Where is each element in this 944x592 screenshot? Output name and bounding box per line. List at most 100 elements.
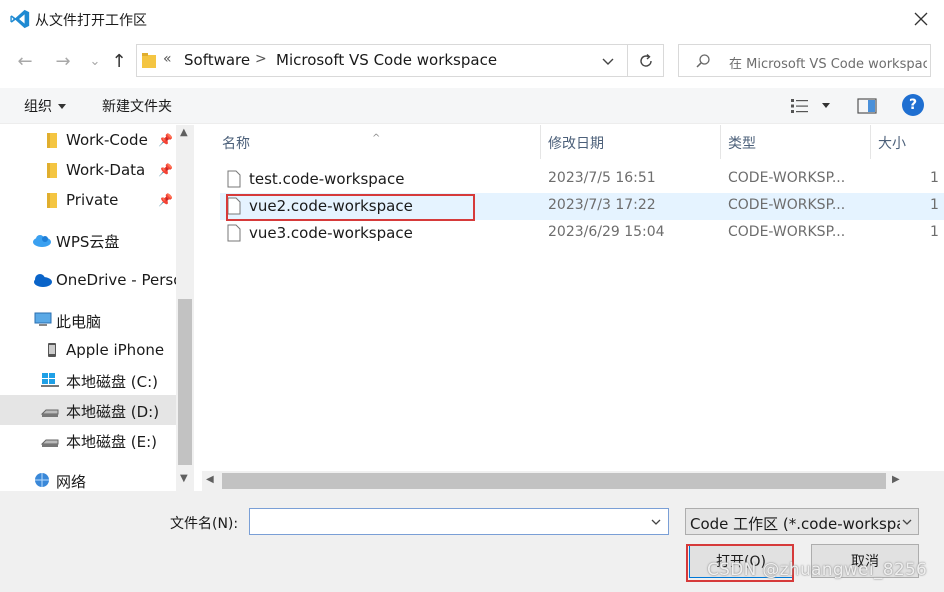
address-bar[interactable]: « Software > Microsoft VS Code workspace: [136, 44, 628, 77]
sidebar-item-onedrive[interactable]: OneDrive - Perso: [0, 265, 182, 295]
sidebar-item-drive-e[interactable]: 本地磁盘 (E:): [0, 425, 176, 455]
up-button[interactable]: ↑: [106, 48, 132, 74]
filename-input[interactable]: [249, 508, 669, 535]
column-header-name[interactable]: 名称: [222, 133, 250, 153]
organize-button[interactable]: 组织: [24, 96, 52, 116]
column-header-size[interactable]: 大小: [878, 133, 906, 153]
folder-icon: [47, 133, 57, 148]
file-type-filter[interactable]: Code 工作区 (*.code-workspace): [685, 508, 919, 535]
folder-icon: [47, 193, 57, 208]
annotation-highlight: [226, 194, 475, 221]
sidebar-item-work-data[interactable]: Work-Data 📌: [0, 155, 176, 185]
file-row-vue3[interactable]: vue3.code-workspace 2023/6/29 15:04 CODE…: [220, 220, 944, 247]
sidebar-item-label: 本地磁盘 (E:): [66, 433, 158, 451]
column-divider[interactable]: [870, 125, 871, 159]
sidebar-item-drive-c[interactable]: 本地磁盘 (C:): [0, 365, 176, 395]
filename-label: 文件名(N):: [170, 516, 239, 532]
column-divider[interactable]: [720, 125, 721, 159]
sidebar-item-drive-d[interactable]: 本地磁盘 (D:): [0, 395, 176, 425]
new-folder-button[interactable]: 新建文件夹: [102, 96, 172, 116]
computer-icon: [34, 312, 52, 326]
cloud-icon: [33, 235, 51, 247]
refresh-icon: [639, 53, 652, 67]
file-type: CODE-WORKSP...: [728, 197, 846, 213]
folder-icon: [142, 53, 156, 68]
back-button[interactable]: ←: [12, 48, 38, 74]
windows-drive-icon: [41, 373, 59, 387]
navigation-pane: Work-Code 📌 Work-Data 📌 Private 📌 WPS云盘 …: [0, 125, 194, 491]
file-type: CODE-WORKSP...: [728, 170, 846, 186]
sidebar-item-label: Apple iPhone: [66, 341, 165, 359]
file-date: 2023/7/3 17:22: [548, 197, 656, 213]
pin-icon: 📌: [158, 193, 173, 207]
file-name: vue3.code-workspace: [249, 224, 413, 242]
file-list-scrollbar[interactable]: ◀ ▶: [202, 471, 944, 491]
sidebar-item-label: 此电脑: [56, 313, 102, 331]
scroll-thumb[interactable]: [222, 473, 886, 489]
sidebar-item-label: Private: [66, 191, 119, 209]
scroll-thumb[interactable]: [178, 299, 192, 465]
column-divider[interactable]: [540, 125, 541, 159]
sidebar-item-private[interactable]: Private 📌: [0, 185, 176, 215]
search-placeholder: 在 Microsoft VS Code workspace 中搜索: [729, 57, 927, 72]
arrow-up-icon: ↑: [111, 50, 127, 72]
navigation-scrollbar[interactable]: ▲ ▼: [176, 125, 194, 491]
column-headers: 名称 ^ 修改日期 类型 大小: [202, 125, 944, 159]
watermark: CSDN @zhuangwei_8256: [707, 560, 928, 580]
refresh-button[interactable]: [628, 44, 664, 77]
phone-icon: [48, 343, 56, 357]
caret-down-icon[interactable]: [822, 103, 830, 108]
sidebar-item-work-code[interactable]: Work-Code 📌: [0, 125, 176, 155]
column-header-type[interactable]: 类型: [728, 133, 756, 153]
file-row-test[interactable]: test.code-workspace 2023/7/5 16:51 CODE-…: [220, 166, 944, 193]
sidebar-item-label: 网络: [56, 473, 87, 491]
close-icon: [914, 12, 928, 26]
chevron-down-icon: [902, 519, 912, 525]
recent-locations-button[interactable]: ⌄: [82, 48, 108, 74]
chevron-down-icon: ⌄: [89, 53, 101, 69]
forward-button[interactable]: →: [50, 48, 76, 74]
view-options-icon[interactable]: [790, 97, 810, 115]
breadcrumb-vscode-workspace[interactable]: Microsoft VS Code workspace: [276, 51, 497, 69]
scroll-left-icon[interactable]: ◀: [206, 474, 214, 485]
vscode-icon: [10, 9, 30, 29]
breadcrumb-software[interactable]: Software: [184, 51, 250, 69]
caret-down-icon: [58, 104, 66, 109]
sidebar-item-this-pc[interactable]: 此电脑: [0, 305, 176, 335]
file-size: 1: [930, 224, 939, 240]
search-input[interactable]: 在 Microsoft VS Code workspace 中搜索: [678, 44, 931, 77]
arrow-right-icon: →: [55, 50, 71, 72]
file-list: 名称 ^ 修改日期 类型 大小 test.code-workspace 2023…: [202, 125, 944, 471]
file-name: test.code-workspace: [249, 170, 405, 188]
help-icon[interactable]: ?: [902, 94, 924, 116]
breadcrumb-separator[interactable]: >: [255, 51, 267, 67]
file-date: 2023/7/5 16:51: [548, 170, 656, 186]
arrow-left-icon: ←: [17, 50, 33, 72]
sidebar-item-label: 本地磁盘 (D:): [66, 403, 160, 421]
sidebar-item-label: Work-Data: [66, 161, 146, 179]
scroll-up-icon[interactable]: ▲: [180, 127, 188, 138]
title-bar: 从文件打开工作区: [0, 0, 944, 38]
sidebar-item-label: Work-Code: [66, 131, 148, 149]
sidebar-item-network[interactable]: 网络: [0, 465, 176, 491]
scroll-right-icon[interactable]: ▶: [892, 474, 900, 485]
preview-pane-icon[interactable]: [857, 97, 877, 115]
breadcrumb-overflow[interactable]: «: [163, 51, 172, 67]
open-workspace-dialog: 从文件打开工作区 ← → ⌄ ↑ « Software > Microsoft …: [0, 0, 944, 592]
window-title: 从文件打开工作区: [35, 13, 147, 29]
sidebar-item-iphone[interactable]: Apple iPhone: [0, 335, 176, 365]
close-button[interactable]: [898, 0, 944, 38]
file-date: 2023/6/29 15:04: [548, 224, 665, 240]
sidebar-item-label: 本地磁盘 (C:): [66, 373, 158, 391]
file-icon: [227, 170, 241, 188]
column-header-date[interactable]: 修改日期: [548, 133, 604, 153]
file-size: 1: [930, 197, 939, 213]
file-icon: [227, 224, 241, 242]
file-size: 1: [930, 170, 939, 186]
scroll-down-icon[interactable]: ▼: [180, 473, 188, 484]
search-icon: [696, 54, 710, 68]
sidebar-item-wps-cloud[interactable]: WPS云盘: [0, 225, 176, 255]
sort-ascending-icon: ^: [372, 133, 381, 144]
chevron-down-icon[interactable]: [599, 52, 617, 70]
chevron-down-icon[interactable]: [648, 514, 664, 530]
